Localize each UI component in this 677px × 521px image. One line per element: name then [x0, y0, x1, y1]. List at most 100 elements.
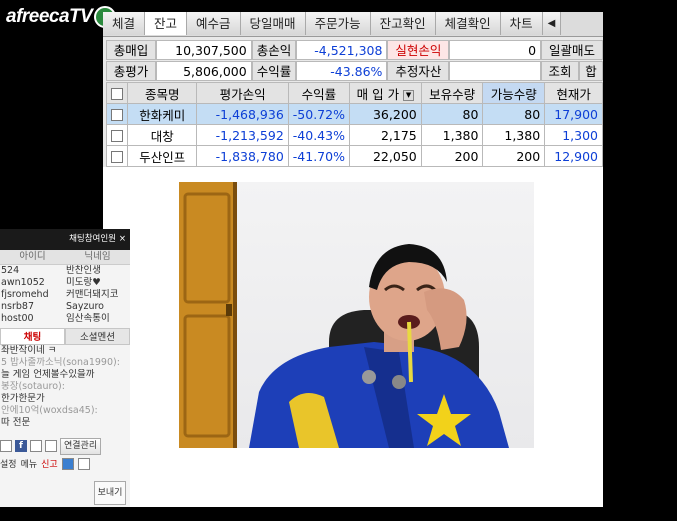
- user-id: awn1052: [1, 277, 45, 288]
- option-checkbox[interactable]: [0, 440, 12, 452]
- avail-qty: 200: [482, 145, 546, 167]
- stock-name: 한화케미: [126, 103, 198, 125]
- row-checkbox[interactable]: [111, 151, 123, 163]
- tab-balance-check[interactable]: 잔고확인: [370, 12, 436, 35]
- refresh-icon[interactable]: [77, 457, 90, 470]
- tab-fill[interactable]: 체결: [103, 12, 146, 35]
- select-all-header[interactable]: [106, 82, 128, 104]
- avail-qty: 80: [482, 103, 546, 125]
- column-header: 현재가: [544, 82, 603, 104]
- chat-toolbar: f 연결관리: [0, 437, 130, 455]
- user-list-item[interactable]: 524 반찬인생: [0, 265, 130, 277]
- chat-message: 따 전문: [1, 417, 31, 428]
- user-list-item[interactable]: host00 임산속통이: [0, 313, 130, 325]
- stock-name: 대창: [126, 124, 198, 146]
- column-header-buy-price[interactable]: 매 입 가 ▼: [348, 82, 422, 104]
- tab-social[interactable]: 소셜멘션: [65, 328, 130, 345]
- table-row[interactable]: 대창 -1,213,592 -40.43% 2,175 1,380 1,380 …: [106, 124, 603, 146]
- query-button[interactable]: 조회: [541, 61, 580, 81]
- summary-panel: 총매입 10,307,500 총손익 -4,521,308 실현손익 0 일괄매…: [106, 40, 603, 82]
- current-price: 12,900: [544, 145, 603, 167]
- chat-message: 좌반작이네 ㅋ: [1, 345, 57, 356]
- eval-pl: -1,468,936: [196, 103, 289, 125]
- send-button[interactable]: 보내기: [94, 481, 126, 505]
- row-checkbox-cell[interactable]: [106, 145, 128, 167]
- chat-header: 채팅참여인원 ×: [0, 229, 130, 250]
- total-buy-label: 총매입: [106, 40, 156, 60]
- return-rate: -40.43%: [287, 124, 350, 146]
- hold-qty: 1,380: [420, 124, 484, 146]
- buy-price: 2,175: [348, 124, 422, 146]
- total-pl-value: -4,521,308: [295, 40, 388, 60]
- user-nickname: Sayzuro: [66, 301, 104, 312]
- row-checkbox-cell[interactable]: [106, 124, 128, 146]
- return-rate-value: -43.86%: [295, 61, 388, 81]
- link-manage-button[interactable]: 연결관리: [60, 437, 102, 455]
- user-list-item[interactable]: nsrb87 Sayzuro: [0, 301, 130, 313]
- user-list-header: 아이디 닉네임: [0, 250, 130, 265]
- return-rate: -41.70%: [287, 145, 350, 167]
- column-id: 아이디: [19, 251, 46, 262]
- chat-nickname: 봉장(sotauro):: [1, 381, 65, 392]
- tab-chart[interactable]: 차트: [500, 12, 543, 35]
- webcam-person-illustration: [179, 182, 509, 448]
- report-button[interactable]: 신고: [41, 457, 58, 470]
- buy-price: 22,050: [348, 145, 422, 167]
- webcam-image: [179, 182, 534, 448]
- bulk-sell-button[interactable]: 일괄매도: [541, 40, 603, 60]
- tab-scroll-left-icon[interactable]: ◀: [542, 12, 562, 35]
- avail-qty: 1,380: [482, 124, 546, 146]
- tab-daily-trade[interactable]: 당일매매: [240, 12, 306, 35]
- user-list-item[interactable]: fjsromehd 커맨더돼지코: [0, 289, 130, 301]
- column-nickname: 닉네임: [84, 251, 111, 262]
- eval-pl: -1,838,780: [196, 145, 289, 167]
- current-price: 17,900: [544, 103, 603, 125]
- user-id: fjsromehd: [1, 289, 49, 300]
- tab-orderable[interactable]: 주문가능: [305, 12, 371, 35]
- tab-chat[interactable]: 채팅: [0, 328, 65, 345]
- chat-nickname: 5 밥사줄까소닉(sona1990):: [1, 357, 120, 368]
- dropdown-arrow-icon[interactable]: ▼: [403, 89, 415, 101]
- current-price: 1,300: [544, 124, 603, 146]
- realized-pl-value: 0: [449, 40, 542, 60]
- sum-button[interactable]: 합: [579, 61, 603, 81]
- chat-panel: 채팅참여인원 × 아이디 닉네임 524 반찬인생 awn1052 미도랑♥ fjs…: [0, 229, 130, 507]
- tab-balance[interactable]: 잔고: [145, 12, 188, 35]
- estimated-assets-label: 추정자산: [387, 61, 450, 81]
- tab-deposit[interactable]: 예수금: [187, 12, 241, 35]
- chat-message: 늘 게임 언제볼수있을까: [1, 369, 95, 380]
- return-rate: -50.72%: [287, 103, 350, 125]
- user-list-item[interactable]: awn1052 미도랑♥: [0, 277, 130, 289]
- row-checkbox-cell[interactable]: [106, 103, 128, 125]
- facebook-icon[interactable]: f: [15, 440, 27, 452]
- chat-tabs: 채팅 소셜멘션: [0, 328, 130, 345]
- table-row[interactable]: 한화케미 -1,468,936 -50.72% 36,200 80 80 17,…: [106, 103, 603, 125]
- select-all-checkbox[interactable]: [111, 88, 123, 100]
- return-rate-label: 수익률: [251, 61, 296, 81]
- tab-fill-check[interactable]: 체결확인: [435, 12, 501, 35]
- holdings-table: 종목명 평가손익 수익률 매 입 가 ▼ 보유수량 가능수량 현재가 한화케미 …: [106, 82, 603, 167]
- total-eval-value: 5,806,000: [155, 61, 252, 81]
- font-icon[interactable]: [61, 457, 74, 470]
- emoticon-icon[interactable]: [45, 440, 57, 452]
- column-header: 종목명: [126, 82, 198, 104]
- user-id: 524: [1, 265, 20, 276]
- stock-name: 두산인프: [126, 145, 198, 167]
- table-row[interactable]: 두산인프 -1,838,780 -41.70% 22,050 200 200 1…: [106, 145, 603, 167]
- hold-qty: 200: [420, 145, 484, 167]
- afreecatv-logo: afreecaTV: [6, 6, 117, 28]
- table-header-row: 종목명 평가손익 수익률 매 입 가 ▼ 보유수량 가능수량 현재가: [106, 82, 603, 104]
- menu-button[interactable]: 메뉴: [21, 457, 38, 470]
- option-checkbox[interactable]: [30, 440, 42, 452]
- close-icon[interactable]: ×: [119, 229, 126, 250]
- settings-button[interactable]: 설정: [0, 457, 17, 470]
- column-header-label: 매 입 가: [356, 86, 400, 102]
- row-checkbox[interactable]: [111, 109, 123, 121]
- user-id: nsrb87: [1, 301, 34, 312]
- total-buy-value: 10,307,500: [155, 40, 252, 60]
- hold-qty: 80: [420, 103, 484, 125]
- user-nickname: 커맨더돼지코: [66, 289, 119, 300]
- chat-message: 한가한문가: [1, 393, 45, 404]
- row-checkbox[interactable]: [111, 130, 123, 142]
- user-id: host00: [1, 313, 34, 324]
